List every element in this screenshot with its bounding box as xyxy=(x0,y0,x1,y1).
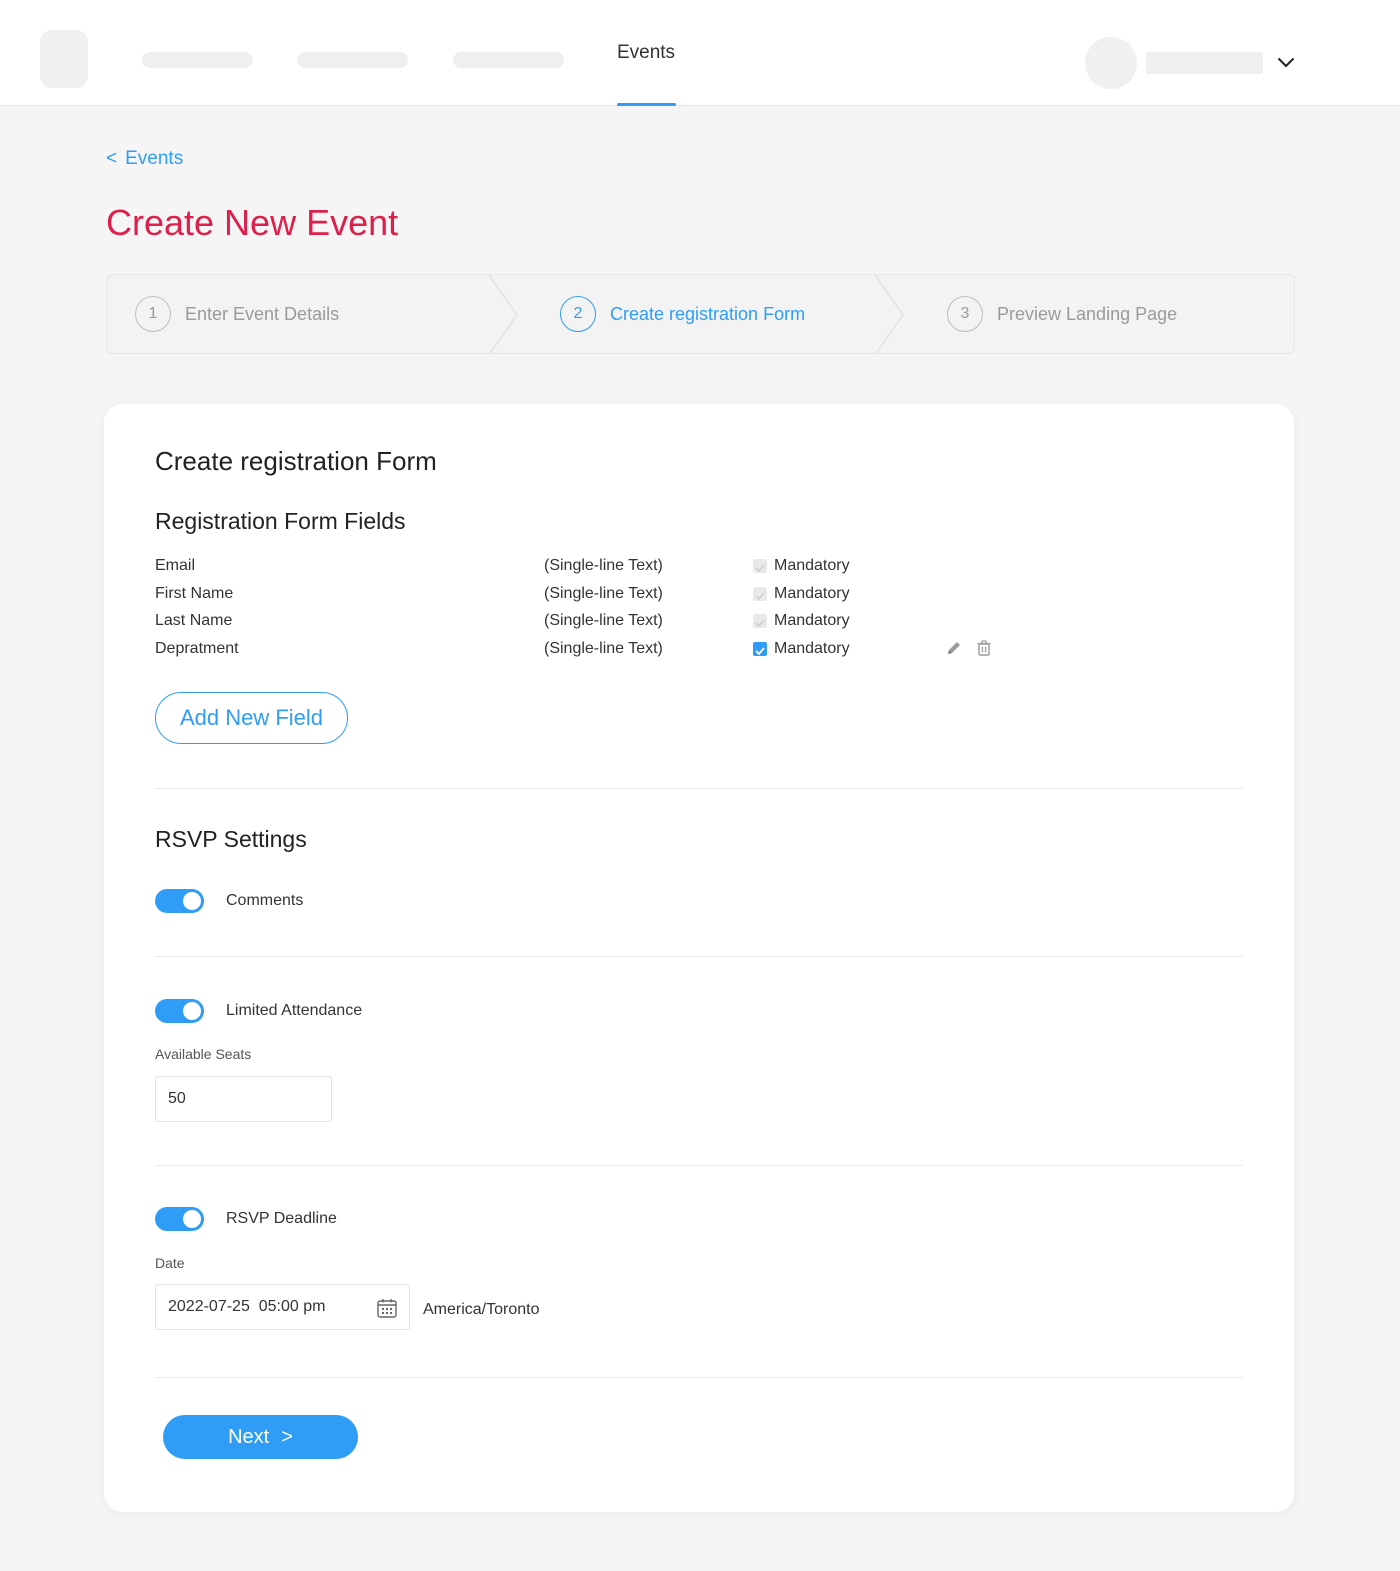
mandatory-checkbox-disabled xyxy=(753,614,767,628)
add-new-field-button[interactable]: Add New Field xyxy=(155,692,348,744)
mandatory-label: Mandatory xyxy=(774,585,850,602)
step-label: Preview Landing Page xyxy=(997,303,1178,324)
field-type: (Single-line Text) xyxy=(544,640,663,657)
deadline-date-input[interactable]: 2022-07-25 05:00 pm xyxy=(155,1284,410,1330)
app-logo[interactable] xyxy=(40,30,88,88)
field-actions xyxy=(945,639,993,657)
divider xyxy=(155,788,1243,789)
field-name: First Name xyxy=(155,585,234,602)
available-seats-label: Available Seats xyxy=(155,1046,252,1062)
field-name: Last Name xyxy=(155,612,233,629)
breadcrumb[interactable]: < Events xyxy=(106,148,183,170)
nav-item-placeholder-2[interactable] xyxy=(297,52,408,68)
limited-attendance-label: Limited Attendance xyxy=(226,1002,363,1019)
chevron-down-icon[interactable] xyxy=(1276,52,1296,72)
mandatory-checkbox[interactable] xyxy=(753,642,767,656)
deadline-date-value: 2022-07-25 05:00 pm xyxy=(168,1298,326,1315)
field-name: Email xyxy=(155,557,196,574)
mandatory-checkbox-disabled xyxy=(753,559,767,573)
available-seats-input[interactable]: 50 xyxy=(155,1076,332,1122)
nav-item-events[interactable]: Events xyxy=(600,0,692,106)
page-title: Create New Event xyxy=(106,202,399,243)
date-label: Date xyxy=(155,1255,185,1271)
comments-label: Comments xyxy=(226,892,304,909)
divider xyxy=(155,956,1243,957)
rsvp-deadline-label: RSVP Deadline xyxy=(226,1210,337,1227)
step-preview-landing-page[interactable]: 3 Preview Landing Page xyxy=(947,275,1177,353)
trash-icon[interactable] xyxy=(975,639,993,657)
field-type: (Single-line Text) xyxy=(544,612,663,629)
section-heading-registration-form: Create registration Form xyxy=(155,446,437,476)
section-heading-form-fields: Registration Form Fields xyxy=(155,508,406,534)
next-button-label: Next xyxy=(228,1425,270,1448)
nav-active-indicator xyxy=(617,103,676,106)
step-enter-event-details[interactable]: 1 Enter Event Details xyxy=(135,275,339,353)
pencil-icon[interactable] xyxy=(945,639,963,657)
avatar[interactable] xyxy=(1085,37,1137,89)
form-field-row: First Name (Single-line Text) Mandatory xyxy=(155,582,1055,606)
field-type: (Single-line Text) xyxy=(544,585,663,602)
step-separator-icon xyxy=(875,275,904,353)
comments-toggle[interactable] xyxy=(155,889,204,913)
back-chevron-icon: < xyxy=(106,148,118,169)
mandatory-label: Mandatory xyxy=(774,640,850,657)
mandatory-label: Mandatory xyxy=(774,557,850,574)
registration-form-card: Create registration Form Registration Fo… xyxy=(104,404,1294,1512)
divider xyxy=(155,1165,1243,1166)
breadcrumb-link-events[interactable]: Events xyxy=(125,148,183,170)
section-heading-rsvp-settings: RSVP Settings xyxy=(155,826,307,852)
form-field-row: Depratment (Single-line Text) Mandatory xyxy=(155,637,1055,661)
step-number: 2 xyxy=(560,296,596,332)
form-field-row: Last Name (Single-line Text) Mandatory xyxy=(155,609,1055,633)
mandatory-checkbox-disabled xyxy=(753,587,767,601)
nav-item-placeholder-3[interactable] xyxy=(453,52,564,68)
form-field-row: Email (Single-line Text) Mandatory xyxy=(155,554,1055,578)
top-nav-bar: Events xyxy=(0,0,1400,106)
user-name-placeholder[interactable] xyxy=(1146,52,1263,74)
step-create-registration-form[interactable]: 2 Create registration Form xyxy=(560,275,805,353)
rsvp-deadline-toggle[interactable] xyxy=(155,1207,204,1231)
mandatory-label: Mandatory xyxy=(774,612,850,629)
step-number: 1 xyxy=(135,296,171,332)
timezone-label: America/Toronto xyxy=(423,1301,540,1318)
nav-item-placeholder-1[interactable] xyxy=(142,52,253,68)
field-name: Depratment xyxy=(155,640,239,657)
progress-stepper: 1 Enter Event Details 2 Create registrat… xyxy=(106,274,1295,354)
divider xyxy=(155,1377,1243,1378)
next-button[interactable]: Next > xyxy=(163,1415,358,1459)
step-separator-icon xyxy=(489,275,518,353)
chevron-right-icon: > xyxy=(281,1425,293,1448)
field-type: (Single-line Text) xyxy=(544,557,663,574)
step-label: Enter Event Details xyxy=(185,303,340,324)
limited-attendance-toggle[interactable] xyxy=(155,999,204,1023)
calendar-icon[interactable] xyxy=(376,1297,398,1319)
step-number: 3 xyxy=(947,296,983,332)
step-label: Create registration Form xyxy=(610,303,806,324)
